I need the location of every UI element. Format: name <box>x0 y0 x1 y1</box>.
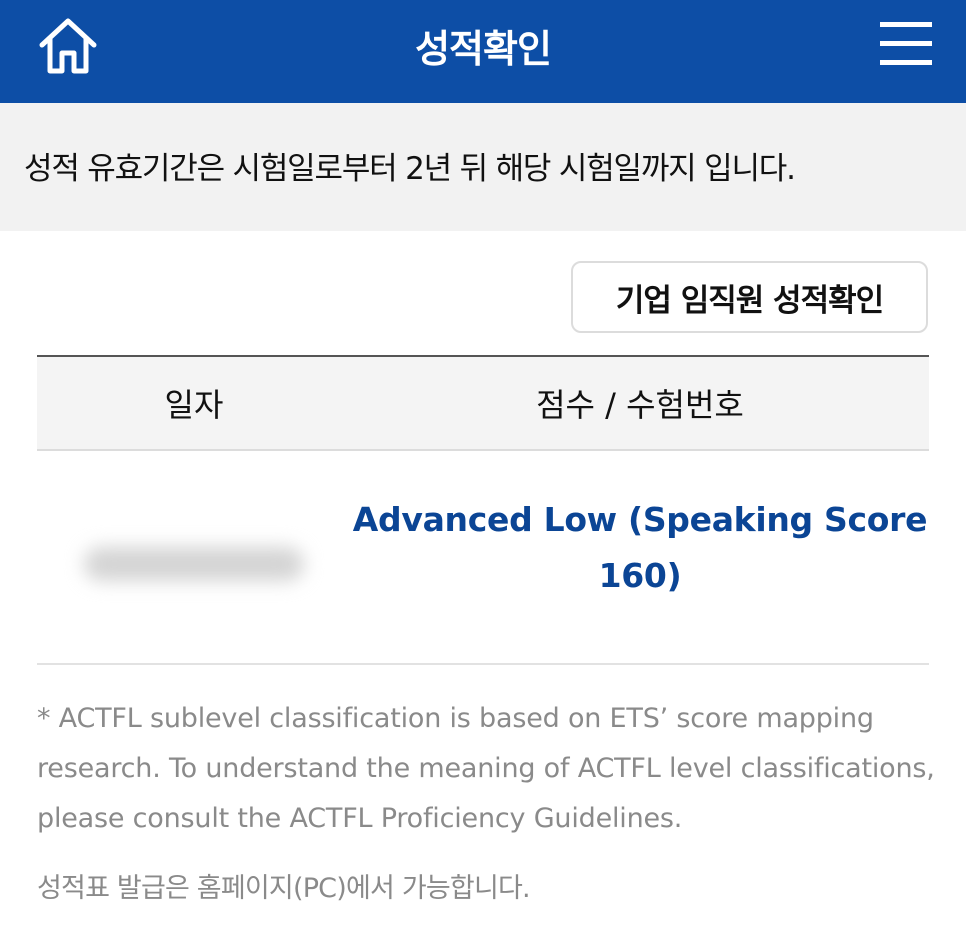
page-title: 성적확인 <box>415 27 552 71</box>
actfl-footnote: * ACTFL sublevel classification is based… <box>37 703 935 834</box>
issue-note: 성적표 발급은 홈페이지(PC)에서 가능합니다. <box>37 873 531 904</box>
validity-notice-text: 성적 유효기간은 시험일로부터 2년 뒤 해당 시험일까지 입니다. <box>24 150 796 187</box>
validity-notice: 성적 유효기간은 시험일로부터 2년 뒤 해당 시험일까지 입니다. <box>0 103 966 231</box>
corporate-score-check-button[interactable]: 기업 임직원 성적확인 <box>571 261 928 333</box>
table-header: 일자 점수 / 수험번호 <box>37 355 929 451</box>
table-row[interactable]: Advanced Low (Speaking Score 160) <box>37 451 929 665</box>
home-button[interactable] <box>30 10 106 80</box>
date-cell <box>37 533 351 581</box>
hamburger-menu-icon <box>880 22 932 65</box>
score-cell[interactable]: Advanced Low (Speaking Score 160) <box>351 492 929 604</box>
top-app-bar: 성적확인 <box>0 0 966 103</box>
home-icon <box>39 18 97 74</box>
column-header-score: 점수 / 수험번호 <box>536 386 744 424</box>
column-header-date: 일자 <box>164 386 224 424</box>
score-table: 일자 점수 / 수험번호 Advanced Low (Speaking Scor… <box>37 355 929 665</box>
menu-button[interactable] <box>878 16 934 72</box>
blurred-date-value <box>84 547 304 581</box>
